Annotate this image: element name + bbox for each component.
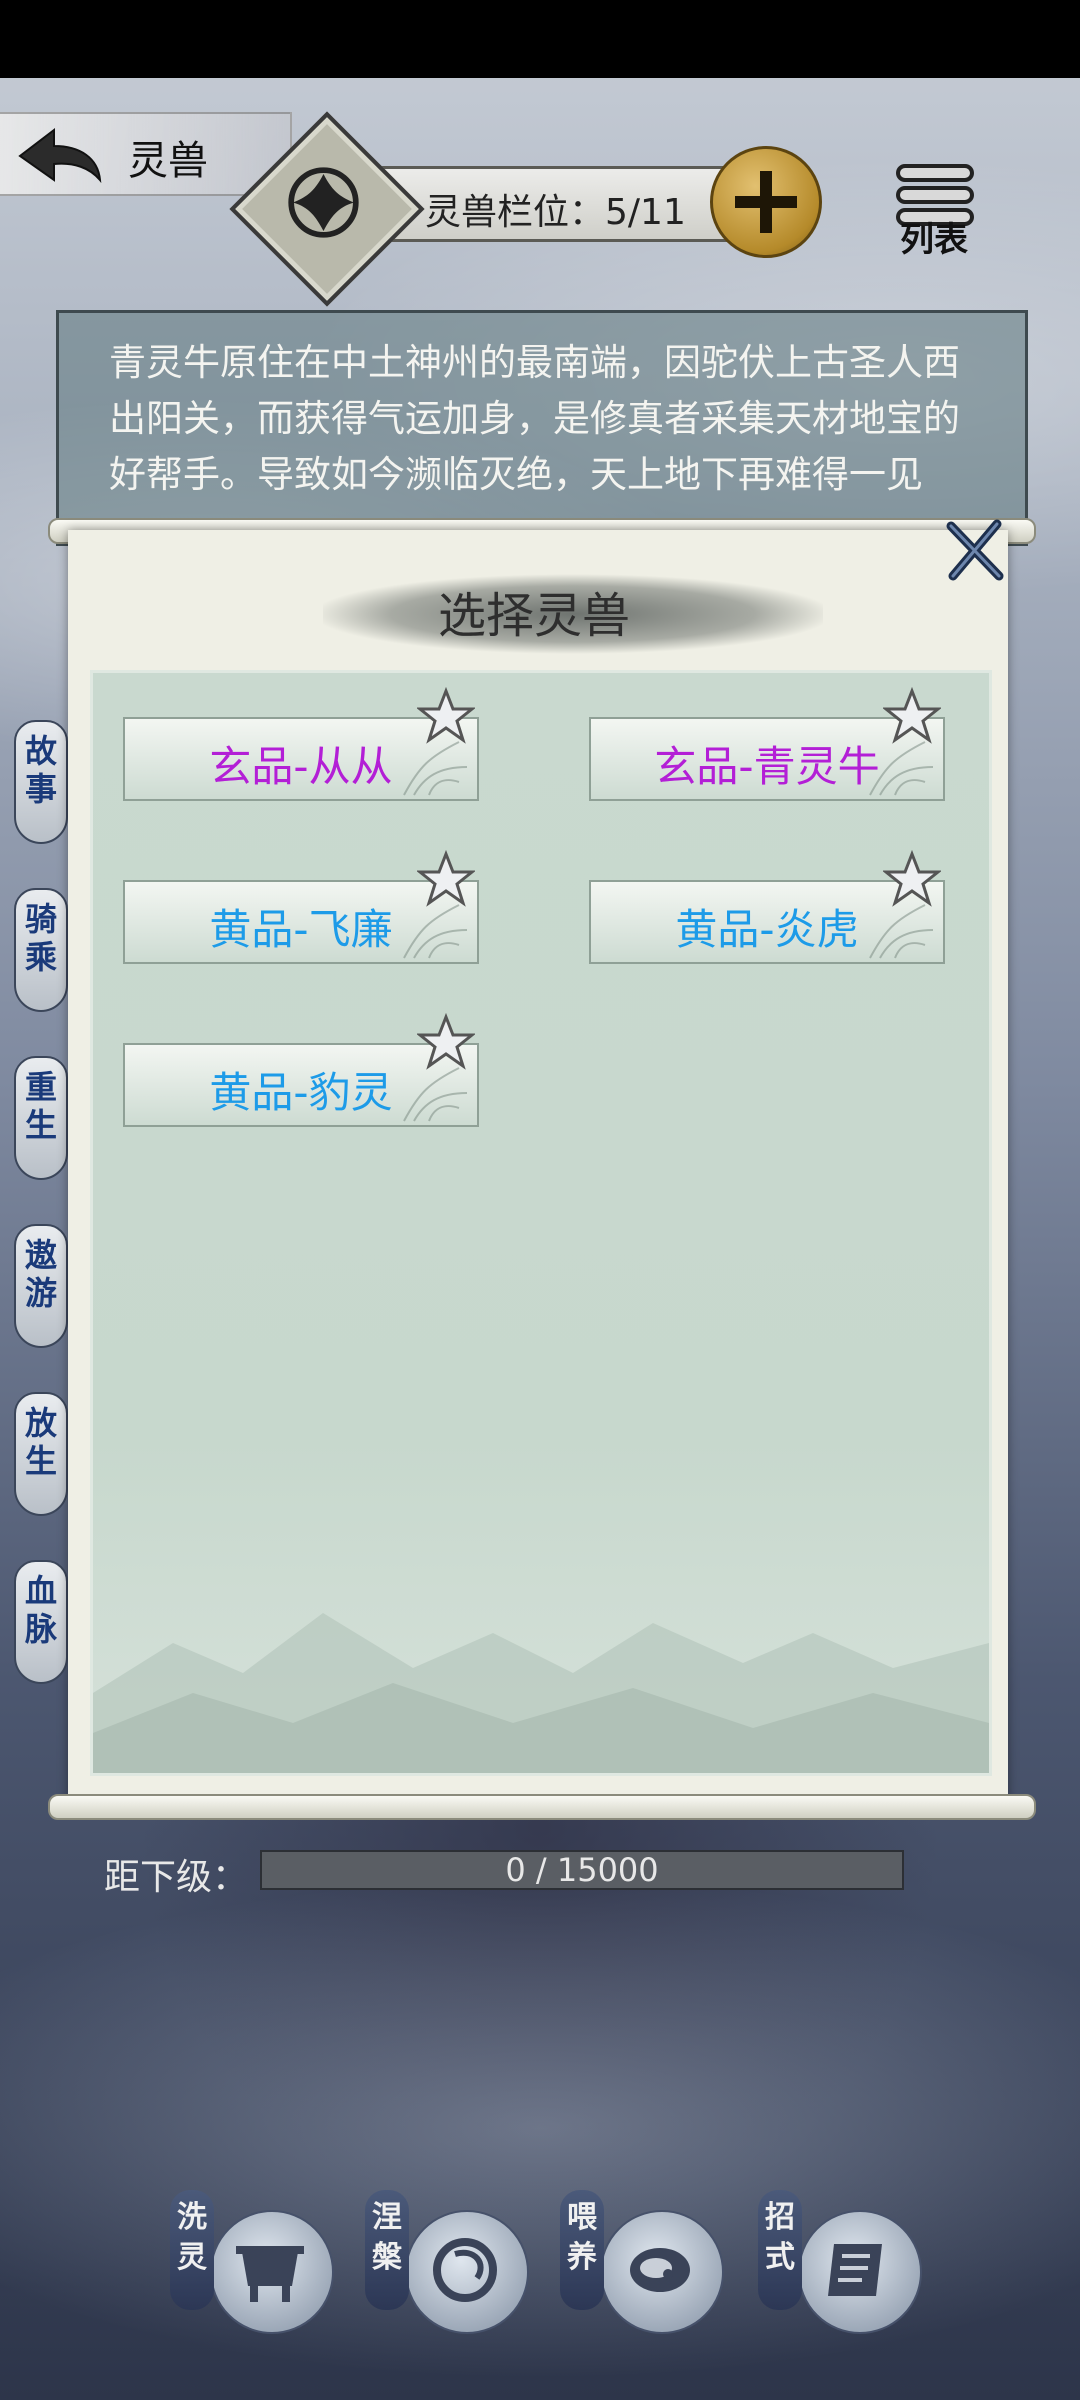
side-tab-label: 重: [24, 1068, 57, 1106]
page-title: 灵兽: [128, 138, 208, 184]
scroll-rod-bottom: [48, 1794, 1036, 1820]
side-tab-label: 生: [24, 1106, 57, 1144]
orchid-decoration-icon: [403, 741, 468, 796]
beast-description-panel: 青灵牛原住在中土神州的最南端，因驼伏上古圣人西出阳关，而获得气运加身，是修真者采…: [56, 310, 1028, 546]
beast-description: 青灵牛原住在中土神州的最南端，因驼伏上古圣人西出阳关，而获得气运加身，是修真者采…: [109, 341, 960, 496]
action-label: 槃: [372, 2240, 402, 2275]
action-label: 喂: [567, 2200, 597, 2235]
exp-progress-bar: 0 / 15000: [260, 1850, 904, 1890]
action-label: 式: [765, 2240, 795, 2275]
meat-icon: [630, 2248, 690, 2292]
side-tab-label: 事: [24, 770, 57, 808]
beast-item-qinglingniu[interactable]: 玄品-青灵牛: [589, 687, 945, 801]
side-tab-rebirth[interactable]: 重生: [14, 1056, 68, 1180]
status-bar: [0, 0, 1080, 78]
favorite-star-icon[interactable]: [417, 850, 475, 908]
next-level-label: 距下级：: [104, 1857, 249, 1898]
beast-item-baoling[interactable]: 黄品-豹灵: [123, 1013, 479, 1127]
side-tab-label: 脉: [24, 1610, 57, 1648]
beast-item-yanhu[interactable]: 黄品-炎虎: [589, 850, 945, 964]
phoenix-icon: [288, 167, 359, 238]
action-label: 洗: [177, 2200, 207, 2235]
action-label: 涅: [372, 2200, 402, 2235]
side-tab-label: 游: [24, 1274, 57, 1312]
orchid-decoration-icon: [403, 904, 468, 959]
favorite-star-icon[interactable]: [417, 1013, 475, 1071]
close-icon[interactable]: [945, 518, 1005, 582]
back-button[interactable]: 灵兽: [0, 112, 292, 196]
side-tab-ride[interactable]: 骑乘: [14, 888, 68, 1012]
side-tab-label: 遨: [24, 1236, 57, 1274]
feed-button[interactable]: 喂养: [560, 2190, 740, 2340]
dragon-icon: [433, 2238, 497, 2302]
mountain-backdrop: [93, 1613, 989, 1773]
slot-count-label: 灵兽栏位：5/11: [425, 192, 686, 233]
beast-list-panel: 玄品-从从 玄品-青灵牛 黄品-飞廉 黄品-炎虎 黄品-豹灵: [90, 670, 992, 1776]
plus-icon: [735, 171, 797, 233]
list-label[interactable]: 列表: [900, 212, 968, 261]
orchid-decoration-icon: [403, 1067, 468, 1122]
side-tab-release[interactable]: 放生: [14, 1392, 68, 1516]
side-tab-label: 血: [24, 1572, 57, 1610]
action-tag: 洗灵: [170, 2190, 214, 2310]
cauldron-icon: [236, 2246, 304, 2302]
side-tab-label: 放: [24, 1404, 57, 1442]
favorite-star-icon[interactable]: [883, 850, 941, 908]
action-label: 养: [567, 2240, 597, 2275]
action-tag: 涅槃: [365, 2190, 409, 2310]
favorite-star-icon[interactable]: [883, 687, 941, 745]
orchid-decoration-icon: [869, 904, 934, 959]
add-slot-button[interactable]: [710, 146, 822, 258]
beast-item-feilian[interactable]: 黄品-飞廉: [123, 850, 479, 964]
action-label: 灵: [177, 2240, 207, 2275]
side-tab-roam[interactable]: 遨游: [14, 1224, 68, 1348]
wash-spirit-button[interactable]: 洗灵: [170, 2190, 350, 2340]
dialog-title: 选择灵兽: [438, 588, 631, 644]
side-tab-label: 生: [24, 1442, 57, 1480]
skills-button[interactable]: 招式: [758, 2190, 938, 2340]
side-tab-label: 故: [24, 732, 57, 770]
action-tag: 喂养: [560, 2190, 604, 2310]
beast-item-congcong[interactable]: 玄品-从从: [123, 687, 479, 801]
side-tab-label: 骑: [24, 900, 57, 938]
exp-progress-text: 0 / 15000: [505, 1851, 659, 1889]
scroll-icon: [828, 2244, 882, 2296]
nirvana-button[interactable]: 涅槃: [365, 2190, 545, 2340]
action-tag: 招式: [758, 2190, 802, 2310]
side-tab-label: 乘: [24, 938, 57, 976]
back-arrow-icon: [18, 127, 102, 184]
action-label: 招: [765, 2200, 795, 2235]
favorite-star-icon[interactable]: [417, 687, 475, 745]
side-tab-bloodline[interactable]: 血脉: [14, 1560, 68, 1684]
side-tab-story[interactable]: 故事: [14, 720, 68, 844]
select-beast-dialog: 选择灵兽 玄品-从从 玄品-青灵牛 黄品-飞廉 黄品-炎虎 黄品-豹灵: [68, 530, 1008, 1800]
orchid-decoration-icon: [869, 741, 934, 796]
